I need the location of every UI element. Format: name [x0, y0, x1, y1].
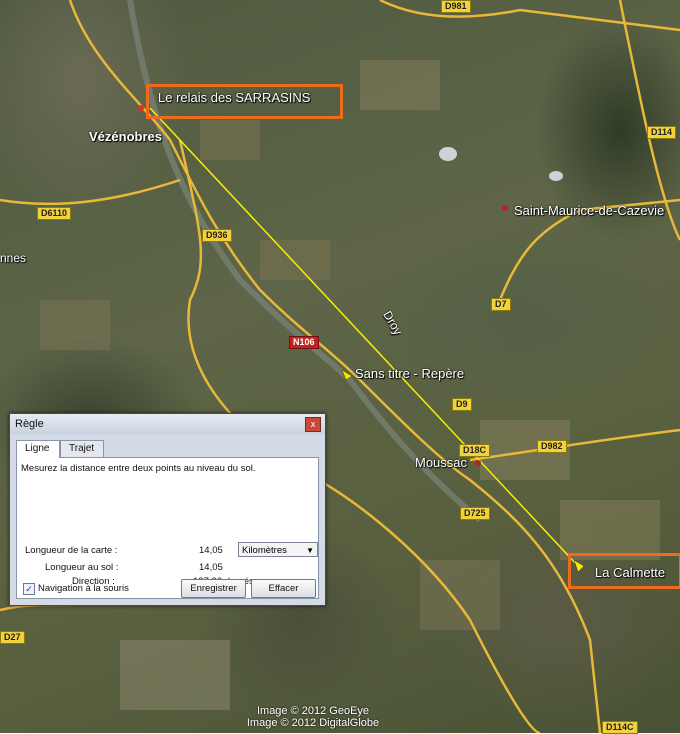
- road-d114: D114: [647, 126, 677, 139]
- road-d7: D7: [491, 298, 511, 311]
- copyright-digitalglobe: Image © 2012 DigitalGlobe: [246, 717, 380, 729]
- place-vezenobres[interactable]: Vézénobres: [89, 129, 162, 144]
- mouse-nav-label[interactable]: Navigation à la souris: [38, 583, 129, 594]
- save-button[interactable]: Enregistrer: [181, 579, 246, 598]
- road-d982: D982: [537, 440, 567, 453]
- map-length-label: Longueur de la carte :: [25, 545, 118, 556]
- place-st-maurice[interactable]: Saint-Maurice-de-Cazevie: [514, 203, 664, 218]
- road-d981: D981: [441, 0, 471, 13]
- ground-length-value: 14,05: [199, 562, 223, 573]
- description-text: Mesurez la distance entre deux points au…: [21, 463, 256, 474]
- road-d18c: D18C: [459, 444, 491, 457]
- clear-button[interactable]: Effacer: [251, 579, 316, 598]
- unit-select[interactable]: Kilomètres ▼: [238, 542, 318, 557]
- road-d114c: D114C: [602, 721, 638, 734]
- ruler-dialog[interactable]: Règle x Ligne Trajet Mesurez la distance…: [9, 413, 326, 606]
- road-n106: N106: [289, 336, 319, 349]
- tab-ligne[interactable]: Ligne: [16, 440, 60, 458]
- tab-trajet[interactable]: Trajet: [60, 440, 104, 457]
- copyright-geoeye: Image © 2012 GeoEye: [256, 705, 370, 717]
- road-d725: D725: [460, 507, 490, 520]
- start-label[interactable]: Le relais des SARRASINS: [158, 90, 310, 105]
- road-d936: D936: [202, 229, 232, 242]
- chevron-down-icon: ▼: [306, 546, 314, 555]
- mouse-nav-checkbox[interactable]: ✓: [23, 583, 35, 595]
- map-length-value: 14,05: [199, 545, 223, 556]
- road-d6110: D6110: [37, 207, 72, 220]
- dialog-title[interactable]: Règle: [10, 414, 325, 434]
- satellite-map[interactable]: Le relais des SARRASINS La Calmette Vézé…: [0, 0, 680, 734]
- ground-length-label: Longueur au sol :: [45, 562, 119, 573]
- place-moussac[interactable]: Moussac: [415, 455, 467, 470]
- end-label[interactable]: La Calmette: [595, 565, 665, 580]
- dialog-panel: Mesurez la distance entre deux points au…: [16, 457, 319, 599]
- unit-select-value: Kilomètres: [242, 545, 287, 556]
- place-nnes: nnes: [0, 251, 27, 265]
- start-pin[interactable]: [138, 105, 144, 111]
- road-d9: D9: [452, 398, 472, 411]
- place-sans-titre[interactable]: Sans titre - Repère: [355, 366, 464, 381]
- fields: [40, 60, 660, 710]
- road-d27: D27: [0, 631, 25, 644]
- close-icon[interactable]: x: [305, 417, 321, 432]
